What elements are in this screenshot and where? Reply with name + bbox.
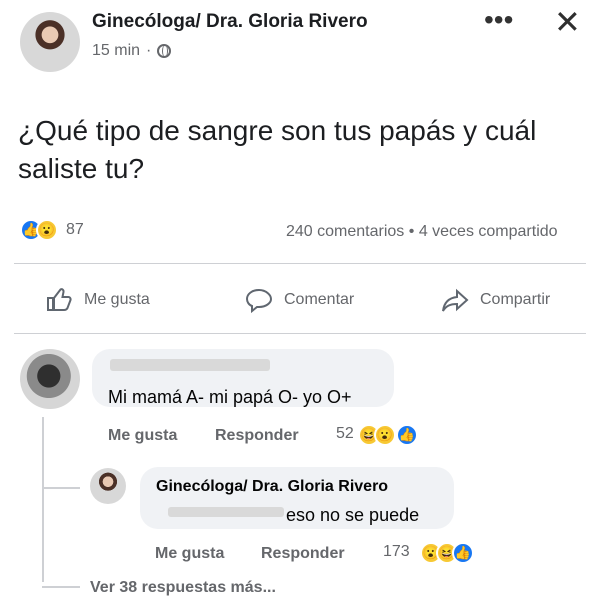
thumbs-up-icon bbox=[47, 288, 72, 311]
view-more-replies-link[interactable]: Ver 38 respuestas más... bbox=[90, 579, 276, 597]
comment-button[interactable]: Comentar bbox=[244, 286, 354, 314]
post-author-name[interactable]: Ginecóloga/ Dra. Gloria Rivero bbox=[92, 11, 368, 33]
globe-icon bbox=[157, 44, 172, 58]
divider-top bbox=[14, 263, 586, 264]
reply-branch-line bbox=[42, 487, 80, 489]
like-reaction-icon: 👍 bbox=[452, 542, 474, 564]
comment-bubble-icon bbox=[245, 288, 273, 314]
obscured-reply-text bbox=[168, 507, 284, 517]
like-reaction-icon: 👍 bbox=[396, 424, 418, 446]
obscured-commenter-name bbox=[110, 359, 270, 371]
more-options-button[interactable]: ••• bbox=[484, 6, 513, 34]
comment-reaction-count[interactable]: 52 bbox=[336, 425, 354, 443]
share-label: Compartir bbox=[480, 291, 551, 308]
comment-thread-line bbox=[42, 417, 44, 582]
comment-text: Mi mamá A- mi papá O- yo O+ bbox=[108, 387, 352, 407]
post-time[interactable]: 15 min bbox=[92, 42, 140, 60]
meta-separator: · bbox=[146, 42, 152, 59]
reply-reply-button[interactable]: Responder bbox=[261, 545, 345, 563]
reply-like-button[interactable]: Me gusta bbox=[155, 545, 224, 563]
comment-reactions[interactable]: 😆 😮 👍 bbox=[358, 424, 418, 446]
author-avatar[interactable] bbox=[20, 12, 80, 72]
reply-author-avatar[interactable] bbox=[90, 468, 126, 504]
post-stats: 240 comentarios • 4 veces compartido bbox=[286, 223, 558, 241]
close-button[interactable]: ✕ bbox=[554, 5, 581, 39]
reply-text: eso no se puede bbox=[286, 505, 420, 525]
like-label: Me gusta bbox=[84, 291, 150, 308]
reaction-count[interactable]: 87 bbox=[66, 221, 84, 239]
comment-reply-button[interactable]: Responder bbox=[215, 427, 299, 445]
reply-reaction-count[interactable]: 173 bbox=[383, 543, 410, 561]
wow-reaction-icon: 😮 bbox=[36, 219, 58, 241]
comment-label: Comentar bbox=[284, 291, 355, 308]
post-meta: 15 min · bbox=[92, 42, 172, 60]
more-replies-branch-line bbox=[42, 586, 80, 588]
shares-count[interactable]: 4 veces compartido bbox=[419, 223, 558, 240]
post-reactions[interactable]: 👍 😮 87 bbox=[20, 219, 84, 241]
comment-like-button[interactable]: Me gusta bbox=[108, 427, 177, 445]
share-button[interactable]: Compartir bbox=[440, 286, 550, 314]
like-button[interactable]: Me gusta bbox=[44, 286, 150, 314]
reply-author-name[interactable]: Ginecóloga/ Dra. Gloria Rivero bbox=[156, 478, 388, 496]
wow-reaction-icon: 😮 bbox=[374, 424, 396, 446]
commenter-avatar[interactable] bbox=[20, 349, 80, 409]
share-arrow-icon bbox=[442, 288, 469, 312]
post-text: ¿Qué tipo de sangre son tus papás y cuál… bbox=[18, 115, 537, 184]
divider-bottom bbox=[14, 333, 586, 334]
reply-reactions[interactable]: 😮 😆 👍 bbox=[420, 542, 474, 564]
stats-separator: • bbox=[408, 223, 415, 240]
comments-count[interactable]: 240 comentarios bbox=[286, 223, 404, 240]
